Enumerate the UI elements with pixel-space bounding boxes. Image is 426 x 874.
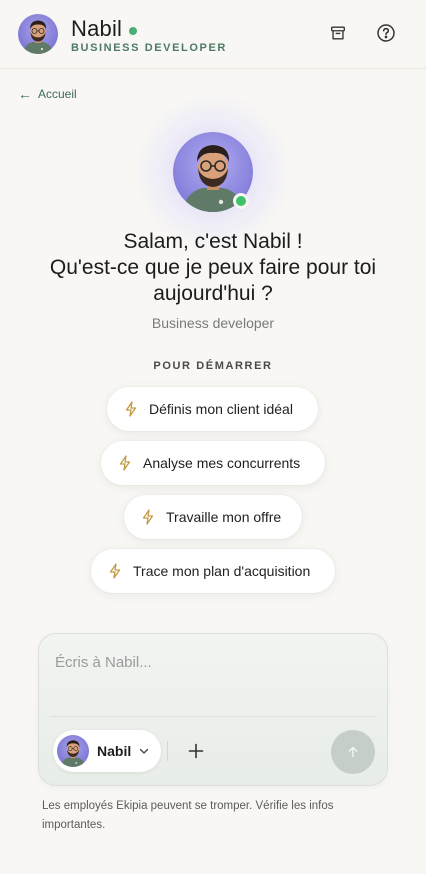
toolbar-separator [167, 741, 168, 761]
agent-selector[interactable]: Nabil [53, 730, 161, 772]
message-composer: Nabil [38, 633, 388, 786]
chevron-down-icon [140, 748, 149, 754]
suggestion-label: Trace mon plan d'acquisition [133, 563, 311, 579]
suggestion-label: Définis mon client idéal [149, 401, 293, 417]
lightning-icon [109, 563, 121, 579]
archive-icon[interactable] [327, 22, 349, 44]
agent-avatar-small [57, 735, 89, 767]
suggestion-chip[interactable]: Trace mon plan d'acquisition [91, 549, 335, 593]
greeting-line-2: Qu'est-ce que je peux faire pour toi auj… [49, 256, 377, 305]
suggestion-chip[interactable]: Définis mon client idéal [107, 387, 318, 431]
suggestion-chip[interactable]: Analyse mes concurrents [101, 441, 325, 485]
greeting-line-1: Salam, c'est Nabil ! [123, 230, 303, 253]
agent-name: Nabil [71, 16, 123, 41]
suggestion-chip[interactable]: Travaille mon offre [124, 495, 302, 539]
suggestion-label: Analyse mes concurrents [143, 455, 301, 471]
lightning-icon [142, 509, 154, 525]
suggestions-heading: POUR DÉMARRER [153, 360, 273, 372]
disclaimer-text: Les employés Ekipia peuvent se tromper. … [42, 800, 334, 831]
composer-divider [51, 716, 377, 717]
agent-selector-label: Nabil [97, 743, 132, 759]
online-status-dot [129, 26, 138, 35]
message-input[interactable] [55, 650, 365, 674]
agent-role: BUSINESS DEVELOPER [71, 42, 227, 54]
arrow-left-icon: ← [18, 86, 32, 102]
lightning-icon [125, 401, 137, 417]
agent-name-row: Nabil [71, 16, 138, 42]
send-button[interactable] [331, 730, 375, 774]
back-link[interactable]: ← Accueil [18, 87, 77, 101]
agent-subtitle: Business developer [151, 315, 275, 331]
suggestion-label: Travaille mon offre [166, 509, 282, 525]
plus-icon[interactable] [185, 740, 207, 762]
greeting-heading: Salam, c'est Nabil ! Qu'est-ce que je pe… [20, 229, 406, 307]
top-header: Nabil BUSINESS DEVELOPER [0, 0, 426, 69]
back-link-label: Accueil [38, 87, 77, 101]
help-circle-icon[interactable] [375, 22, 397, 44]
agent-avatar [18, 14, 58, 54]
arrow-up-icon [348, 746, 358, 758]
online-status-dot-large [233, 193, 249, 209]
lightning-icon [119, 455, 131, 471]
